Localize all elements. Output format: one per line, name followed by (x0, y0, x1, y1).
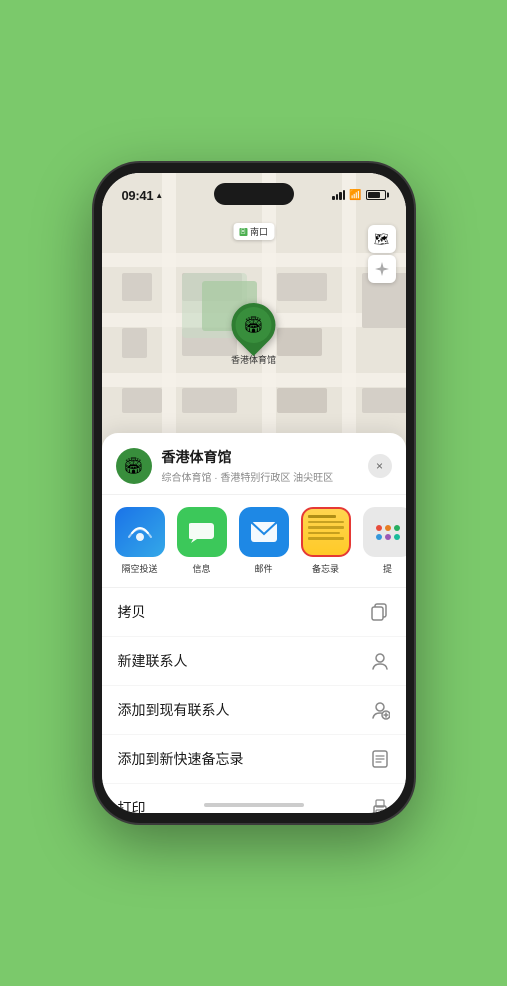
more-label: 提 (383, 562, 392, 575)
action-add-notes[interactable]: 添加到新快速备忘录 (102, 735, 406, 784)
action-copy[interactable]: 拷贝 (102, 588, 406, 637)
venue-pin: 🏟 香港体育馆 (231, 303, 276, 366)
print-label: 打印 (118, 798, 146, 813)
copy-icon (370, 602, 390, 622)
phone-frame: 09:41 ▲ 📶 (94, 163, 414, 823)
sheet-header: 🏟 香港体育馆 综合体育馆 · 香港特别行政区 油尖旺区 × (102, 433, 406, 495)
battery-icon (366, 190, 386, 200)
add-notes-icon (370, 749, 390, 769)
home-indicator (204, 803, 304, 807)
location-icon: ▲ (155, 191, 163, 200)
print-icon (370, 798, 390, 813)
action-print[interactable]: 打印 (102, 784, 406, 813)
signal-bars (332, 190, 345, 200)
messages-icon (189, 519, 215, 545)
venue-subtitle: 综合体育馆 · 香港特别行政区 油尖旺区 (162, 469, 368, 484)
status-icons: 📶 (332, 190, 385, 201)
venue-small-icon: 🏟 (123, 456, 143, 476)
close-icon: × (376, 459, 383, 473)
share-item-notes[interactable]: 备忘录 (298, 507, 354, 575)
venue-name: 香港体育馆 (162, 447, 368, 467)
phone-screen: 09:41 ▲ 📶 (102, 173, 406, 813)
map-controls: 🗺 (368, 225, 396, 283)
notes-label: 备忘录 (312, 562, 339, 575)
map-type-button[interactable]: 🗺 (368, 225, 396, 253)
map-label-text: 南口 (250, 225, 268, 238)
location-button[interactable] (368, 255, 396, 283)
location-icon (375, 262, 389, 276)
venue-pin-icon: 🏟 (243, 315, 263, 335)
share-row: 隔空投送 信息 (102, 495, 406, 588)
copy-label: 拷贝 (118, 602, 146, 622)
messages-label: 信息 (192, 562, 210, 575)
action-new-contact[interactable]: 新建联系人 (102, 637, 406, 686)
mail-icon (250, 521, 278, 543)
new-contact-icon (370, 651, 390, 671)
airdrop-icon (127, 519, 153, 545)
map-label: 回 南口 (233, 223, 274, 240)
add-notes-label: 添加到新快速备忘录 (118, 749, 244, 769)
add-existing-icon (370, 700, 390, 720)
map-type-icon: 🗺 (374, 232, 389, 246)
venue-icon-small: 🏟 (116, 448, 152, 484)
share-item-more[interactable]: 提 (360, 507, 406, 575)
close-button[interactable]: × (368, 454, 392, 478)
action-list: 拷贝 新建联系人 添加到现有联系人 (102, 588, 406, 813)
wifi-icon: 📶 (349, 190, 361, 201)
airdrop-label: 隔空投送 (121, 562, 157, 575)
share-item-airdrop[interactable]: 隔空投送 (112, 507, 168, 575)
action-add-existing[interactable]: 添加到现有联系人 (102, 686, 406, 735)
status-time: 09:41 (122, 188, 154, 203)
share-item-messages[interactable]: 信息 (174, 507, 230, 575)
share-item-mail[interactable]: 邮件 (236, 507, 292, 575)
notes-icon-box (301, 507, 351, 557)
mail-label: 邮件 (254, 562, 272, 575)
add-existing-label: 添加到现有联系人 (118, 700, 230, 720)
new-contact-label: 新建联系人 (118, 651, 188, 671)
venue-info: 香港体育馆 综合体育馆 · 香港特别行政区 油尖旺区 (162, 447, 368, 484)
dynamic-island (214, 183, 294, 205)
bottom-sheet: 🏟 香港体育馆 综合体育馆 · 香港特别行政区 油尖旺区 × (102, 433, 406, 813)
